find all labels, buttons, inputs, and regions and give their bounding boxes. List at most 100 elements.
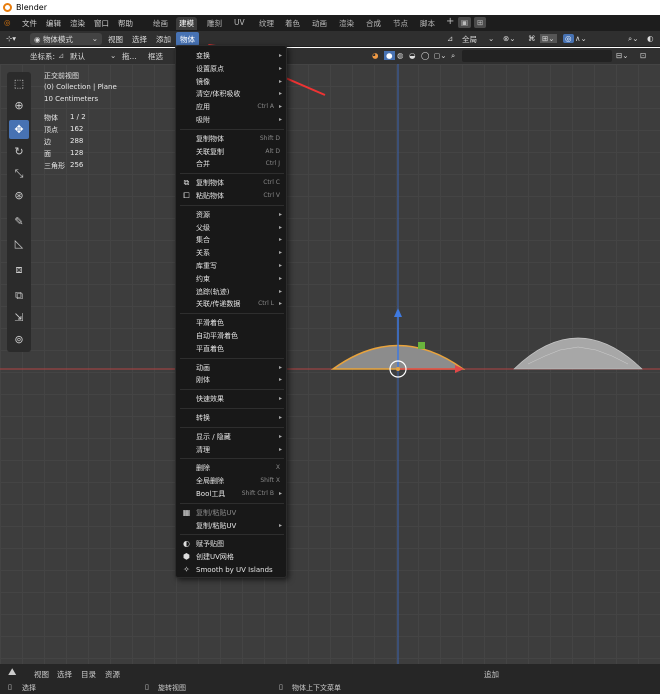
extra-tool-icon[interactable]: ⊚ bbox=[9, 330, 29, 349]
menu-select[interactable]: 选择 bbox=[132, 34, 147, 45]
menu-item[interactable]: ✧ Smooth by UV Islands bbox=[183, 564, 284, 576]
move-icon[interactable]: ✥ bbox=[9, 120, 29, 139]
import-method-dropdown[interactable]: 追加 bbox=[484, 669, 499, 680]
menu-item[interactable]: 镜像 ▸ bbox=[196, 76, 284, 88]
measure-icon[interactable]: ◺ bbox=[9, 234, 29, 253]
tab-animation[interactable]: 动画 bbox=[309, 17, 330, 30]
menu-item[interactable]: 关联/传递数据 Ctrl L ▸ bbox=[196, 298, 284, 310]
add-cube-icon[interactable]: ⧈ bbox=[9, 260, 29, 279]
menu-item[interactable]: ◐ 赋予贴图 bbox=[183, 538, 284, 550]
3d-viewport[interactable]: 正交前视图 (0) Collection | Plane 10 Centimet… bbox=[0, 64, 660, 664]
menu-window[interactable]: 窗口 bbox=[94, 18, 109, 29]
add-workspace-button[interactable]: + bbox=[443, 15, 457, 28]
wireframe-icon[interactable]: ◯ bbox=[421, 51, 429, 60]
editor-type-icon[interactable]: ⊹▾ bbox=[6, 34, 16, 43]
xray-icon[interactable]: ◻⌄ bbox=[434, 51, 447, 60]
menu-item[interactable]: 父级 ▸ bbox=[196, 222, 284, 234]
rendered-shading-icon[interactable]: ◒ bbox=[409, 51, 416, 60]
orientation-dropdown[interactable]: 全局 bbox=[462, 34, 477, 45]
menu-item[interactable]: 关联复制 Alt D bbox=[196, 146, 284, 158]
tab-compositing[interactable]: 合成 bbox=[363, 17, 384, 30]
menu-item[interactable]: 平滑着色 bbox=[196, 317, 284, 329]
menu-item[interactable]: 动画 ▸ bbox=[196, 362, 284, 374]
menu-item[interactable]: 集合 ▸ bbox=[196, 234, 284, 246]
menu-item[interactable]: 删除 X bbox=[196, 462, 284, 474]
menu-item[interactable]: 刚体 ▸ bbox=[196, 374, 284, 386]
menu-item[interactable]: 显示 / 隐藏 ▸ bbox=[196, 431, 284, 443]
transform-icon[interactable]: ⊛ bbox=[9, 186, 29, 205]
menu-select[interactable]: 选择 bbox=[57, 669, 72, 680]
gizmo-icon[interactable]: ⌕⌄ bbox=[628, 34, 638, 44]
menu-object[interactable]: 物体 bbox=[176, 32, 199, 46]
tab-render[interactable]: 渲染 bbox=[336, 17, 357, 30]
menu-item[interactable]: 关系 ▸ bbox=[196, 247, 284, 259]
mode-dropdown[interactable]: ◉ 物体模式 ⌄ bbox=[30, 33, 102, 45]
menu-view[interactable]: 视图 bbox=[108, 34, 123, 45]
search-input[interactable] bbox=[462, 50, 612, 62]
rotate-icon[interactable]: ↻ bbox=[9, 142, 29, 161]
menu-item[interactable]: 库重写 ▸ bbox=[196, 260, 284, 272]
snap-icon[interactable]: ⌘ bbox=[528, 34, 536, 43]
filter-icon[interactable]: ⊟⌄ bbox=[616, 51, 629, 60]
cursor-icon[interactable]: ⊕ bbox=[9, 96, 29, 115]
menu-item[interactable]: ⬢ 创建UV网格 bbox=[183, 551, 284, 563]
menu-item[interactable]: Bool工具 Shift Ctrl B ▸ bbox=[196, 488, 284, 500]
search-icon[interactable]: ⌕ bbox=[451, 51, 455, 61]
menu-item[interactable]: ⧠ 粘贴物体 Ctrl V bbox=[183, 190, 284, 202]
tab-nodes[interactable]: 节点 bbox=[390, 17, 411, 30]
workspace-icon[interactable]: ▣ bbox=[458, 17, 472, 28]
tab-modeling[interactable]: 建模 bbox=[176, 17, 197, 30]
annotate-icon[interactable]: ✎ bbox=[9, 212, 29, 231]
menu-view[interactable]: 视图 bbox=[34, 669, 49, 680]
menu-item[interactable]: 转换 ▸ bbox=[196, 412, 284, 424]
menu-file[interactable]: 文件 bbox=[22, 18, 37, 29]
drag-dropdown[interactable]: 拖... bbox=[122, 51, 137, 62]
menu-add[interactable]: 添加 bbox=[156, 34, 171, 45]
menu-assets[interactable]: 资源 bbox=[105, 669, 120, 680]
options-icon[interactable]: ⊡ bbox=[640, 51, 646, 60]
menu-item[interactable]: 复制物体 Shift D bbox=[196, 133, 284, 145]
select-mode-dropdown[interactable]: 框选 bbox=[148, 51, 163, 62]
snap-target-icon[interactable]: ⊞⌄ bbox=[540, 34, 557, 43]
pivot-icon[interactable]: ⊗⌄ bbox=[503, 34, 516, 43]
menu-edit[interactable]: 编辑 bbox=[46, 18, 61, 29]
menu-item[interactable]: ⧉ 复制物体 Ctrl C bbox=[184, 177, 284, 189]
menu-item[interactable]: 全局删除 Shift X bbox=[196, 475, 284, 487]
scale-icon[interactable]: ⤡ bbox=[9, 164, 29, 183]
asset-browser-icon[interactable]: ⛰ bbox=[8, 667, 16, 678]
blender-menu-icon[interactable]: ◎ bbox=[4, 18, 11, 27]
menu-item[interactable]: 吸附 ▸ bbox=[196, 114, 284, 126]
coord-dropdown[interactable]: 默认 bbox=[70, 51, 85, 62]
orientation-icon[interactable]: ⊿ bbox=[447, 34, 453, 43]
menu-item[interactable]: 复制/粘贴UV ▸ bbox=[196, 520, 284, 532]
scene-icon[interactable]: ⊞ bbox=[474, 17, 487, 28]
tab-shading[interactable]: 着色 bbox=[282, 17, 303, 30]
tab-sculpt[interactable]: 雕刻 bbox=[204, 17, 225, 30]
solid-shading-icon[interactable]: ● bbox=[384, 51, 395, 60]
select-box-icon[interactable]: ⬚ bbox=[9, 74, 29, 93]
menu-item[interactable]: 资源 ▸ bbox=[196, 209, 284, 221]
menu-item[interactable]: 设置原点 ▸ bbox=[196, 63, 284, 75]
tab-texture[interactable]: 纹理 bbox=[256, 17, 277, 30]
menu-item[interactable]: 变换 ▸ bbox=[196, 50, 284, 62]
menu-help[interactable]: 帮助 bbox=[118, 18, 133, 29]
tab-scripting[interactable]: 脚本 bbox=[417, 17, 438, 30]
menu-item[interactable]: 合并 Ctrl J bbox=[196, 158, 284, 170]
menu-item[interactable]: 自动平滑着色 bbox=[196, 330, 284, 342]
menu-item[interactable]: 清空/体积吸收 ▸ bbox=[196, 88, 284, 100]
menu-item[interactable]: 追踪(轨迹) ▸ bbox=[196, 286, 284, 298]
tab-uv[interactable]: UV bbox=[231, 17, 248, 28]
shear-icon[interactable]: ⧉ bbox=[9, 286, 29, 305]
falloff-icon[interactable]: ∧⌄ bbox=[575, 34, 587, 43]
viewport-shading-icon[interactable]: ◕ bbox=[372, 51, 379, 60]
material-shading-icon[interactable]: ◍ bbox=[397, 51, 404, 60]
menu-catalog[interactable]: 目录 bbox=[81, 669, 96, 680]
menu-item[interactable]: 平直着色 bbox=[196, 343, 284, 355]
menu-render[interactable]: 渲染 bbox=[70, 18, 85, 29]
menu-item[interactable]: 约束 ▸ bbox=[196, 273, 284, 285]
tab-paint[interactable]: 绘画 bbox=[150, 17, 171, 30]
menu-item[interactable]: 清理 ▸ bbox=[196, 444, 284, 456]
proportional-edit-icon[interactable]: ◎ bbox=[563, 34, 574, 43]
menu-item[interactable]: 应用 Ctrl A ▸ bbox=[196, 101, 284, 113]
push-pull-icon[interactable]: ⇲ bbox=[9, 308, 29, 327]
